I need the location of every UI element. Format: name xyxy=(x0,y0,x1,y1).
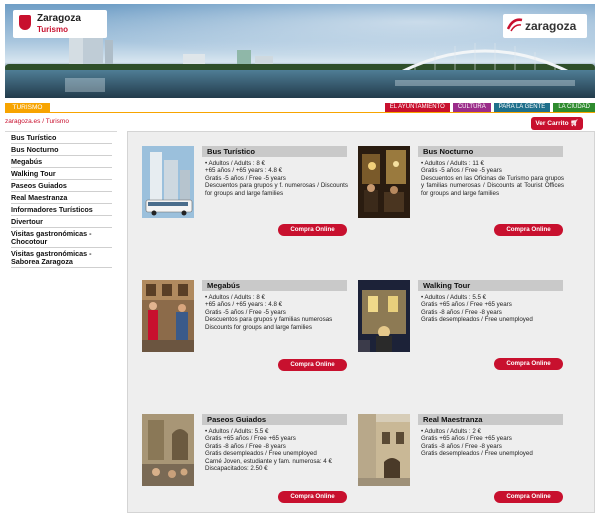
buy-online-button[interactable]: Compra Online xyxy=(278,491,347,503)
sidebar-item-divertour[interactable]: Divertour xyxy=(11,216,112,228)
price-line: Discapacitados: 2.50 € xyxy=(205,465,268,473)
buy-online-button[interactable]: Compra Online xyxy=(278,359,347,371)
zaragoza-city-logo[interactable]: zaragoza xyxy=(503,14,587,38)
price-line: Gratis +65 años / Free +65 years xyxy=(205,435,296,443)
price-line: Gratis -5 años / Free -5 years xyxy=(205,174,286,182)
nav-link-cultura[interactable]: CULTURA xyxy=(452,103,491,112)
product-title[interactable]: Megabús xyxy=(202,280,347,291)
bus-nocturno-photo[interactable] xyxy=(358,146,410,218)
bus-turistico-photo[interactable] xyxy=(142,146,194,218)
paseos-guiados-photo[interactable] xyxy=(142,414,194,486)
price-line: • Adultos / Adults : 11 € xyxy=(421,160,484,167)
breadcrumb[interactable]: zaragoza.es / Turismo xyxy=(5,118,69,125)
banner-reflection xyxy=(395,80,575,86)
real-maestranza-photo[interactable] xyxy=(358,414,410,486)
price-line: Descuentos para grupos y f. numerosas / … xyxy=(205,182,348,197)
turismo-section-tab[interactable]: TURISMO xyxy=(5,103,50,112)
walking-tour-photo[interactable] xyxy=(358,280,410,352)
product-description: • Adultos / Adults : 11 € Gratis -5 años… xyxy=(421,160,564,197)
megabus-photo[interactable] xyxy=(142,280,194,352)
city-shield-icon xyxy=(19,15,31,30)
sidebar-item-saborea[interactable]: Visitas gastronómicas - Saborea Zaragoza xyxy=(11,248,112,268)
city-logo-text: zaragoza xyxy=(525,19,577,33)
buy-online-button[interactable]: Compra Online xyxy=(494,358,563,370)
top-navigation: EL AYUNTAMIENTO CULTURA PARA LA GENTE LA… xyxy=(384,103,595,112)
price-line: Descuentos para grupos y familias numero… xyxy=(205,316,333,324)
product-title[interactable]: Bus Turístico xyxy=(202,146,347,157)
zaragoza-swoosh-icon xyxy=(507,18,523,32)
banner-reflection xyxy=(65,78,105,92)
zaragoza-turismo-logo[interactable]: Zaragoza Turismo xyxy=(13,10,107,38)
logo-line-1: Zaragoza xyxy=(37,13,81,24)
price-line: Gratis -5 años / Free -5 years xyxy=(421,167,502,175)
buy-online-button[interactable]: Compra Online xyxy=(494,224,563,236)
sidebar-item-megabus[interactable]: Megabús xyxy=(11,156,112,168)
sidebar-item-paseos-guiados[interactable]: Paseos Guiados xyxy=(11,180,112,192)
product-card: Bus Nocturno • Adultos / Adults : 11 € G… xyxy=(358,146,573,254)
price-line: Descuentos en las Oficinas de Turismo pa… xyxy=(421,174,564,197)
price-line: Gratis +65 años / Free +65 years xyxy=(421,435,512,443)
sidebar-item-informadores[interactable]: Informadores Turísticos xyxy=(11,204,112,216)
product-description: • Adultos / Adults : 8 € +65 años / +65 … xyxy=(205,294,348,331)
price-line: • Adultos / Adults : 8 € xyxy=(205,160,265,167)
product-description: • Adultos / Adults: 5.5 € Gratis +65 año… xyxy=(205,428,348,472)
product-card: Bus Turístico • Adultos / Adults : 8 € +… xyxy=(142,146,357,254)
product-card: Megabús • Adultos / Adults : 8 € +65 año… xyxy=(142,280,357,388)
product-description: • Adultos / Adults : 2 € Gratis +65 años… xyxy=(421,428,564,458)
buy-online-button[interactable]: Compra Online xyxy=(278,224,347,236)
product-card: Real Maestranza • Adultos / Adults : 2 €… xyxy=(358,414,573,522)
price-line: Gratis -8 años / Free -8 years xyxy=(421,442,502,450)
price-line: Gratis desempleados / Free unemployed xyxy=(205,450,317,458)
sidebar-menu: Bus Turístico Bus Nocturno Megabús Walki… xyxy=(5,131,117,512)
view-cart-button[interactable]: Ver Carrito 🛒︎ xyxy=(531,117,583,130)
shopping-cart-icon: 🛒︎ xyxy=(570,120,579,127)
price-line: +65 años / +65 years : 4.8 € xyxy=(205,301,283,309)
price-line: Gratis -8 años / Free -8 years xyxy=(421,308,502,316)
logo-line-2: Turismo xyxy=(37,25,68,34)
price-line: Gratis -5 años / Free -5 years xyxy=(205,308,286,316)
product-description: • Adultos / Adults : 8 € +65 años / +65 … xyxy=(205,160,348,197)
nav-underline xyxy=(5,112,595,113)
product-card: Walking Tour • Adultos / Adults : 5.5 € … xyxy=(358,280,573,388)
product-title[interactable]: Walking Tour xyxy=(418,280,563,291)
price-line: • Adultos / Adults : 8 € xyxy=(205,294,265,301)
price-line: • Adultos / Adults: 5.5 € xyxy=(205,428,269,435)
product-title[interactable]: Paseos Guiados xyxy=(202,414,347,425)
price-line: Gratis desempleados / Free unemployed xyxy=(421,316,533,324)
price-line: Gratis desempleados / Free unemployed xyxy=(421,450,533,458)
nav-link-para-la-gente[interactable]: PARA LA GENTE xyxy=(493,103,551,112)
price-line: Gratis -8 años / Free -8 years xyxy=(205,442,286,450)
sidebar-item-real-maestranza[interactable]: Real Maestranza xyxy=(11,192,112,204)
price-line: • Adultos / Adults : 2 € xyxy=(421,428,481,435)
sidebar-item-walking-tour[interactable]: Walking Tour xyxy=(11,168,112,180)
product-card: Paseos Guiados • Adultos / Adults: 5.5 €… xyxy=(142,414,357,522)
sidebar-item-bus-turistico[interactable]: Bus Turístico xyxy=(11,132,112,144)
nav-link-ayuntamiento[interactable]: EL AYUNTAMIENTO xyxy=(384,103,450,112)
product-title[interactable]: Real Maestranza xyxy=(418,414,563,425)
header-banner: Zaragoza Turismo zaragoza xyxy=(5,4,595,98)
product-title[interactable]: Bus Nocturno xyxy=(418,146,563,157)
price-line: Gratis +65 años / Free +65 years xyxy=(421,301,512,309)
sidebar-item-chocotour[interactable]: Visitas gastronómicas - Chocotour xyxy=(11,228,112,248)
price-line: • Adultos / Adults : 5.5 € xyxy=(421,294,487,301)
price-line: Discounts for groups and large families xyxy=(205,323,312,331)
nav-link-la-ciudad[interactable]: LA CIUDAD xyxy=(553,103,595,112)
product-description: • Adultos / Adults : 5.5 € Gratis +65 añ… xyxy=(421,294,564,324)
sidebar-item-bus-nocturno[interactable]: Bus Nocturno xyxy=(11,144,112,156)
buy-online-button[interactable]: Compra Online xyxy=(494,491,563,503)
product-grid: Bus Turístico • Adultos / Adults : 8 € +… xyxy=(127,131,595,513)
price-line: +65 años / +65 years : 4.8 € xyxy=(205,167,283,175)
view-cart-label: Ver Carrito xyxy=(535,120,569,127)
price-line: Carné Joven, estudiante y fam. numerosa:… xyxy=(205,457,332,465)
